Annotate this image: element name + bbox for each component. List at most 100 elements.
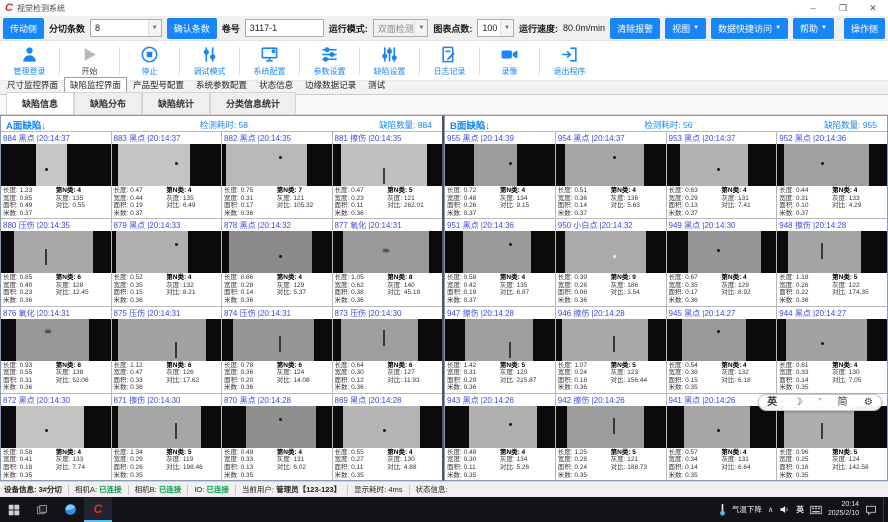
view-menu-button[interactable]: 视图▼ xyxy=(665,18,706,39)
defect-cell[interactable]: 949 黑点 |20:14:30长度: 0.67宽度: 0.35面积: 0.17… xyxy=(667,219,777,305)
thermometer-icon[interactable] xyxy=(719,503,726,516)
param-settings-button[interactable]: 参数设置 xyxy=(302,42,357,80)
tab-main-5[interactable]: 边缘数据记录 xyxy=(299,77,362,94)
defect-cell[interactable]: 883 黑点 |20:14:37长度: 0.47宽度: 0.44面积: 0.19… xyxy=(112,132,222,218)
defect-cell[interactable]: 874 压伤 |20:14:31长度: 0.78宽度: 0.36面积: 0.20… xyxy=(222,307,332,393)
taskbar: C 气温下降 ∧ 英 20:14 2025/2/10 xyxy=(0,497,888,522)
login-button[interactable]: 管理登录 xyxy=(2,42,57,80)
chevron-down-icon: ▼ xyxy=(148,20,161,36)
defect-cell[interactable]: 878 黑点 |20:14:32长度: 0.66宽度: 0.28面积: 0.14… xyxy=(222,219,332,305)
touch-keyboard-icon[interactable] xyxy=(810,505,822,515)
punctuation-icon[interactable]: ’ xyxy=(819,398,821,408)
defect-cell[interactable]: 877 氧化 |20:14:31长度: 1.05宽度: 0.62面积: 0.38… xyxy=(333,219,443,305)
defect-cell[interactable]: 951 黑点 |20:14:36长度: 0.58宽度: 0.42面积: 0.19… xyxy=(445,219,555,305)
defect-info: 长度: 1.18宽度: 0.26面积: 0.22米数: 0.36第N类: 5灰度… xyxy=(777,273,887,305)
defect-info: 长度: 0.54宽度: 0.38面积: 0.15米数: 0.35第N类: 4灰度… xyxy=(667,361,777,393)
start-button[interactable]: 开始 xyxy=(62,42,117,80)
defect-metrics-right: 第N类: 8灰度: 140对比: 45.18 xyxy=(387,274,420,297)
defect-cell[interactable]: 880 压伤 |20:14:35长度: 0.85宽度: 0.40面积: 0.23… xyxy=(1,219,111,305)
image-black-bar-left xyxy=(556,319,563,361)
defect-cell[interactable]: 884 黑点 |20:14:37长度: 1.23宽度: 0.85面积: 0.49… xyxy=(1,132,111,218)
toolbar-divider xyxy=(359,47,360,75)
tab-sub-1[interactable]: 缺陷分布 xyxy=(74,92,142,114)
roll-number-input[interactable]: 3117-1 xyxy=(245,19,324,37)
image-black-bar-right xyxy=(533,319,555,361)
moon-icon[interactable]: ☽ xyxy=(794,398,803,408)
tab-sub-0[interactable]: 缺陷信息 xyxy=(6,92,74,114)
confirm-count-button[interactable]: 确认条数 xyxy=(167,18,217,39)
drive-side-button[interactable]: 传动侧 xyxy=(3,18,44,39)
defect-cell[interactable]: 955 黑点 |20:14:39长度: 0.72宽度: 0.48面积: 0.26… xyxy=(445,132,555,218)
tab-main-6[interactable]: 测试 xyxy=(362,77,391,94)
defect-cell[interactable]: 952 黑点 |20:14:36长度: 0.44宽度: 0.31面积: 0.10… xyxy=(777,132,887,218)
image-black-bar-left xyxy=(112,319,119,361)
defect-settings-button[interactable]: 缺陷设置 xyxy=(362,42,417,80)
defect-cell-title: 952 黑点 |20:14:36 xyxy=(777,132,887,144)
defect-metrics-right: 第N类: 4灰度: 130对比: 4.88 xyxy=(387,449,416,472)
simplified-chinese-indicator[interactable]: 简 xyxy=(837,398,847,408)
defect-cell[interactable]: 946 擦伤 |20:14:28长度: 1.07宽度: 0.24面积: 0.18… xyxy=(556,307,666,393)
chart-points-select[interactable]: 100 ▼ xyxy=(477,19,514,37)
defect-cell[interactable]: 950 小白点 |20:14:32长度: 0.39宽度: 0.28面积: 0.0… xyxy=(556,219,666,305)
defect-info: 长度: 0.39宽度: 0.28面积: 0.08米数: 0.36第N类: 9灰度… xyxy=(556,273,666,305)
close-button[interactable]: ✕ xyxy=(858,1,888,16)
minimize-button[interactable]: – xyxy=(798,1,828,16)
image-black-bar-right xyxy=(537,406,555,448)
tray-expand-chevron[interactable]: ∧ xyxy=(768,505,774,514)
tab-sub-3[interactable]: 分类信息统计 xyxy=(210,92,296,114)
task-view-button[interactable] xyxy=(28,497,56,522)
defect-cell[interactable]: 943 黑点 |20:14:26长度: 0.48宽度: 0.30面积: 0.11… xyxy=(445,394,555,480)
operate-side-button[interactable]: 操作侧 xyxy=(844,18,885,39)
defect-cell[interactable]: 948 擦伤 |20:14:28长度: 1.18宽度: 0.26面积: 0.22… xyxy=(777,219,887,305)
defect-cell[interactable]: 942 擦伤 |20:14:26长度: 1.25宽度: 0.28面积: 0.24… xyxy=(556,394,666,480)
debug-mode-button[interactable]: 调试模式 xyxy=(182,42,237,80)
record-video-button[interactable]: 录像 xyxy=(482,42,537,80)
defect-cell[interactable]: 872 黑点 |20:14:30长度: 0.58宽度: 0.41面积: 0.18… xyxy=(1,394,111,480)
browser-app-button[interactable] xyxy=(56,497,84,522)
defect-cell[interactable]: 881 擦伤 |20:14:35长度: 0.47宽度: 0.23面积: 0.11… xyxy=(333,132,443,218)
image-black-bar-left xyxy=(445,231,463,273)
maximize-button[interactable]: ❐ xyxy=(828,1,858,16)
system-config-button[interactable]: 系统配置 xyxy=(242,42,297,80)
defect-cell[interactable]: 944 黑点 |20:14:27长度: 0.61宽度: 0.33面积: 0.14… xyxy=(777,307,887,393)
defect-image xyxy=(222,319,332,361)
taskbar-clock[interactable]: 20:14 2025/2/10 xyxy=(828,501,859,518)
volume-icon[interactable] xyxy=(779,504,790,515)
defect-cell[interactable]: 875 压伤 |20:14:31长度: 1.12宽度: 0.47面积: 0.33… xyxy=(112,307,222,393)
defect-info: 长度: 0.51宽度: 0.36面积: 0.14米数: 0.37第N类: 4灰度… xyxy=(556,186,666,218)
defect-cell[interactable]: 873 压伤 |20:14:30长度: 0.64宽度: 0.30面积: 0.12… xyxy=(333,307,443,393)
tab-sub-2[interactable]: 缺陷统计 xyxy=(142,92,210,114)
defect-mark xyxy=(279,336,281,352)
defect-cell[interactable]: 882 黑点 |20:14:35长度: 0.75宽度: 0.31面积: 0.17… xyxy=(222,132,332,218)
help-menu-button[interactable]: 帮助▼ xyxy=(793,18,834,39)
defect-cell[interactable]: 879 黑点 |20:14:33长度: 0.52宽度: 0.35面积: 0.15… xyxy=(112,219,222,305)
run-mode-select[interactable]: 双面检测 ▼ xyxy=(373,19,429,37)
ime-language-indicator[interactable]: 英 xyxy=(796,504,804,515)
start-button[interactable] xyxy=(0,497,28,522)
exit-program-button[interactable]: 退出程序 xyxy=(542,42,597,80)
clear-alarm-button[interactable]: 清除报警 xyxy=(610,18,660,39)
data-quick-access-button[interactable]: 数据快捷访问▼ xyxy=(711,18,788,39)
settings-gear-icon[interactable]: ⚙ xyxy=(864,398,873,408)
defect-cell[interactable]: 876 氧化 |20:14:31长度: 0.93宽度: 0.55面积: 0.31… xyxy=(1,307,111,393)
image-black-bar-left xyxy=(667,144,680,186)
defect-cell[interactable]: 954 黑点 |20:14:37长度: 0.51宽度: 0.36面积: 0.14… xyxy=(556,132,666,218)
defect-cell[interactable]: 869 黑点 |20:14:28长度: 0.55宽度: 0.27面积: 0.11… xyxy=(333,394,443,480)
inspection-app-button[interactable]: C xyxy=(84,497,112,522)
defect-cell[interactable]: 947 擦伤 |20:14:28长度: 1.42宽度: 0.31面积: 0.29… xyxy=(445,307,555,393)
weather-text[interactable]: 气温下降 xyxy=(732,504,762,515)
log-record-button[interactable]: 日志记录 xyxy=(422,42,477,80)
slit-count-select[interactable]: 8 ▼ xyxy=(90,19,162,37)
english-indicator[interactable]: 英 xyxy=(767,398,777,408)
defect-cell[interactable]: 870 黑点 |20:14:28长度: 0.49宽度: 0.33面积: 0.13… xyxy=(222,394,332,480)
defect-cell[interactable]: 953 黑点 |20:14:37长度: 0.63宽度: 0.29面积: 0.13… xyxy=(667,132,777,218)
defect-mark xyxy=(279,418,282,421)
show-desktop-button[interactable] xyxy=(883,497,886,522)
chevron-down-icon: ▼ xyxy=(775,25,781,31)
defect-cell[interactable]: 945 黑点 |20:14:27长度: 0.54宽度: 0.38面积: 0.15… xyxy=(667,307,777,393)
chevron-down-icon: ▼ xyxy=(821,25,827,31)
ime-language-bar[interactable]: 英 ☽ ’ 简 ⚙ xyxy=(758,394,882,411)
stop-button[interactable]: 停止 xyxy=(122,42,177,80)
action-center-icon[interactable] xyxy=(865,504,877,516)
defect-cell[interactable]: 871 擦伤 |20:14:30长度: 1.34宽度: 0.29面积: 0.26… xyxy=(112,394,222,480)
